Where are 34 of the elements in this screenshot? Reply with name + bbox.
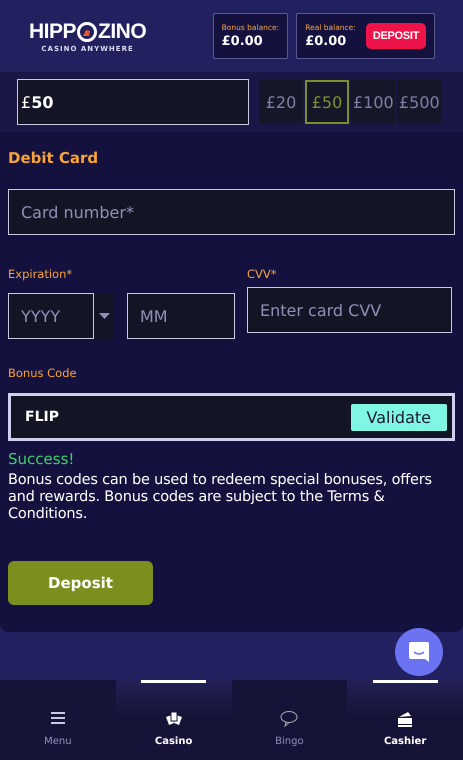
bonus-code-field[interactable]: FLIP Validate (8, 393, 455, 441)
dropdown-caret-icon[interactable] (94, 293, 114, 339)
month-field[interactable]: MM (127, 293, 235, 339)
balance-value: £0.00 (305, 34, 348, 49)
amount-preset[interactable]: £500 (397, 80, 441, 124)
logo-text: ZINO (98, 20, 146, 44)
amount-value: 50 (31, 92, 54, 112)
cash-register-icon (396, 710, 414, 728)
bonus-info-text: Bonus codes can be used to redeem special bonuses, offers and rewards. Bonus codes are subject to the Terms & Conditions. (8, 472, 433, 523)
amount-preset[interactable]: £50 (305, 80, 349, 124)
amount-preset[interactable]: £100 (351, 80, 395, 124)
card-number-field[interactable]: Card number* (8, 189, 455, 235)
bonus-code-value: FLIP (25, 409, 59, 425)
year-field[interactable]: YYYY (8, 293, 94, 339)
currency-symbol: £ (21, 92, 32, 112)
success-message: Success! (8, 450, 76, 468)
amount-field[interactable]: £50 (17, 79, 249, 125)
field-label: CVV* (247, 267, 278, 281)
amount-preset[interactable]: £20 (259, 80, 303, 124)
speech-bubble-icon (280, 710, 298, 728)
balance-value: £0.00 (222, 34, 264, 49)
deposit-button[interactable]: Deposit (8, 561, 153, 605)
field-label: Expiration* (8, 267, 74, 281)
nav-tab[interactable]: Menu (0, 680, 116, 760)
chat-button[interactable] (395, 628, 443, 676)
cvv-field[interactable]: Enter card CVV (247, 287, 452, 333)
field-label: Bonus Code (8, 366, 78, 380)
section-title: Debit Card (8, 149, 100, 167)
chat-bubble-icon (408, 641, 430, 663)
nav-tab[interactable]: Bingo (232, 680, 348, 760)
deposit-button[interactable]: DEPOSIT (366, 23, 426, 49)
playing-cards-icon (164, 710, 183, 728)
validate-button[interactable]: Validate (350, 404, 447, 430)
logo-text: HIPP (29, 20, 76, 44)
